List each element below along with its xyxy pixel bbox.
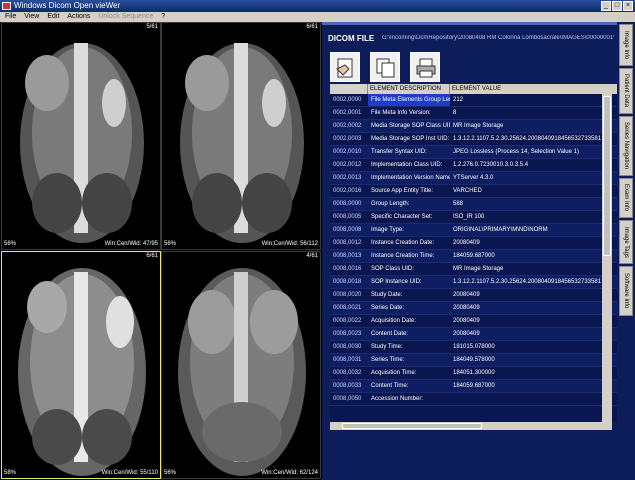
table-row[interactable]: 0008,0032 Acquisition Time: 184051.300000	[330, 367, 620, 380]
menu-actions[interactable]: Actions	[67, 12, 90, 22]
table-row[interactable]: 0002,0016 Source App Entity Title: VARCHED	[330, 185, 620, 198]
side-tab-strip: Image Info Patient Data Series Navigatio…	[617, 22, 635, 480]
app-icon	[2, 2, 11, 10]
tab-image-info[interactable]: Image Info	[619, 24, 633, 66]
window-level: Win:Cen/Wid: 56/112	[261, 241, 318, 247]
image-viewer[interactable]: 5/61 56% Win:Cen/Wid: 47/95 6/61 56% Win…	[0, 22, 322, 480]
minimize-button[interactable]: _	[601, 1, 611, 11]
col-attribute[interactable]: ATTRIBUTE	[330, 84, 368, 94]
slice-number: 4/61	[306, 253, 318, 259]
hand-document-icon	[336, 58, 353, 78]
window-level: Win:Cen/Wid: 47/95	[104, 241, 158, 247]
table-row[interactable]: 0008,0008 Image Type: ORIGINAL\PRIMARY\M\N…	[330, 224, 620, 237]
menu-bar: File View Edit Actions Unlock Sequence ?	[0, 12, 635, 22]
tab-image-tags[interactable]: Image Tags	[619, 220, 633, 264]
table-header: ATTRIBUTE ELEMENT DESCRIPTION ELEMENT VA…	[330, 84, 620, 94]
table-row[interactable]: 0008,0020 Study Date: 20080409	[330, 289, 620, 302]
panel-top-border	[322, 22, 617, 25]
tab-exam-info[interactable]: Exam Info	[619, 178, 633, 218]
file-path: G:\Incoming\DcmRepository\20080408 RM Co…	[382, 35, 614, 41]
maximize-button[interactable]: □	[612, 1, 622, 11]
tab-software-info[interactable]: Software Info	[619, 266, 633, 316]
table-row[interactable]: 0002,0012 Implementation Class UID: 1.2.27…	[330, 159, 620, 172]
table-horizontal-scrollbar[interactable]	[330, 422, 612, 430]
menu-file[interactable]: File	[5, 12, 16, 22]
mri-cell-3[interactable]: 6/61 58% Win:Cen/Wid: 55/110	[1, 251, 161, 479]
table-row[interactable]: 0008,0021 Series Date: 20080409	[330, 302, 620, 315]
table-row[interactable]: 0008,0050 Accession Number:	[330, 393, 620, 406]
zoom-level: 58%	[4, 470, 17, 476]
table-row[interactable]: 0008,0018 SOP Instance UID: 1.3.12.2.1107.…	[330, 276, 620, 289]
zoom-level: 56%	[4, 241, 17, 247]
window-title: Windows Dicom Open vieWer	[14, 1, 121, 10]
tab-series-navigation[interactable]: Series Navigation	[619, 116, 633, 176]
mri-image	[18, 268, 146, 476]
close-button[interactable]: ×	[623, 1, 633, 11]
scroll-thumb[interactable]	[342, 423, 482, 429]
dicom-info-panel: DICOM FILE G:\Incoming\DcmRepository\200…	[322, 22, 620, 480]
table-row[interactable]: 0002,0013 Implementation Version Name: YTS…	[330, 172, 620, 185]
zoom-level: 56%	[164, 470, 177, 476]
table-row[interactable]: 0008,0023 Content Date: 20080409	[330, 328, 620, 341]
slice-number: 5/61	[146, 24, 158, 30]
tab-patient-data[interactable]: Patient Data	[619, 68, 633, 114]
window-level: Win:Cen/Wid: 62/124	[261, 470, 318, 476]
slice-number: 6/61	[306, 24, 318, 30]
print-button[interactable]	[410, 52, 440, 82]
mri-image	[180, 43, 304, 243]
mri-cell-4[interactable]: 4/61 56% Win:Cen/Wid: 62/124	[161, 251, 321, 479]
dicom-tags-table[interactable]: ATTRIBUTE ELEMENT DESCRIPTION ELEMENT VA…	[330, 84, 620, 422]
scroll-thumb[interactable]	[603, 96, 611, 256]
table-row[interactable]: 0002,0000 File Meta Elements Group Len 212	[330, 94, 620, 107]
menu-unlock-sequence: Unlock Sequence	[98, 13, 154, 20]
table-row[interactable]: 0002,0003 Media Storage SOP Inst UID: 1.3.…	[330, 133, 620, 146]
menu-edit[interactable]: Edit	[47, 12, 59, 22]
table-row[interactable]: 0008,0031 Series Time: 184049.578000	[330, 354, 620, 367]
table-row[interactable]: 0008,0033 Content Time: 184059.687000	[330, 380, 620, 393]
mri-image	[20, 43, 144, 243]
mri-cell-1[interactable]: 5/61 56% Win:Cen/Wid: 47/95	[1, 22, 161, 250]
panel-title: DICOM FILE	[328, 34, 375, 43]
title-bar: Windows Dicom Open vieWer _ □ ×	[0, 0, 635, 12]
table-row[interactable]: 0008,0030 Study Time: 181015.078000	[330, 341, 620, 354]
table-vertical-scrollbar[interactable]	[602, 84, 612, 422]
table-row[interactable]: 0002,0002 Media Storage SOP Class UID: MR …	[330, 120, 620, 133]
mri-cell-2[interactable]: 6/61 56% Win:Cen/Wid: 56/112	[161, 22, 321, 250]
table-row[interactable]: 0008,0000 Group Length: 588	[330, 198, 620, 211]
window-level: Win:Cen/Wid: 55/110	[101, 470, 158, 476]
copy-icon	[376, 58, 395, 78]
slice-number: 6/61	[146, 253, 158, 259]
open-file-button[interactable]	[330, 52, 360, 82]
table-row[interactable]: 0008,0013 Instance Creation Time: 184059.6…	[330, 250, 620, 263]
table-row[interactable]: 0002,0001 File Meta Info Version: 8	[330, 107, 620, 120]
menu-help[interactable]: ?	[161, 12, 165, 22]
table-row[interactable]: 0008,0012 Instance Creation Date: 20080409	[330, 237, 620, 250]
col-value[interactable]: ELEMENT VALUE	[450, 84, 610, 94]
mri-image	[178, 268, 306, 476]
table-row[interactable]: 0008,0022 Acquisition Date: 20080409	[330, 315, 620, 328]
printer-icon	[416, 58, 436, 78]
table-row[interactable]: 0002,0010 Transfer Syntax UID: JPEG Lossle…	[330, 146, 620, 159]
table-row[interactable]: 0008,0005 Specific Character Set: ISO_IR 1…	[330, 211, 620, 224]
zoom-level: 56%	[164, 241, 177, 247]
col-description[interactable]: ELEMENT DESCRIPTION	[368, 84, 450, 94]
copy-button[interactable]	[370, 52, 400, 82]
table-row[interactable]: 0008,0016 SOP Class UID: MR Image Storage	[330, 263, 620, 276]
menu-view[interactable]: View	[24, 12, 39, 22]
